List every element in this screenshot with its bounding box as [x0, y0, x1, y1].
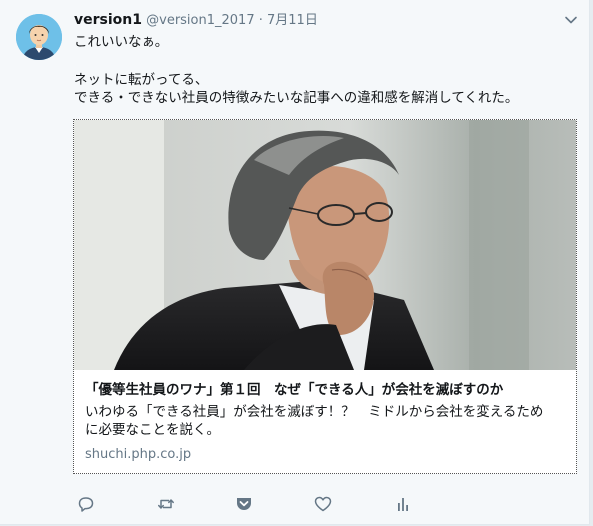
card-image[interactable] [74, 120, 576, 370]
card-title[interactable]: 「優等生社員のワナ」第１回 なぜ「できる人」が会社を滅ぼすのか [85, 382, 567, 399]
author-handle[interactable]: @version1_2017 [146, 13, 254, 28]
author-name[interactable]: version1 [74, 12, 142, 28]
tweet-text: これいいなぁ。 ネットに転がってる、 できる・できない社員の特徴みたいな記事への… [74, 33, 574, 107]
separator-dot: · [258, 13, 263, 28]
tweet-line: これいいなぁ。 [74, 34, 169, 50]
avatar[interactable] [16, 14, 62, 60]
avatar-illustration [16, 14, 62, 60]
timestamp[interactable]: 7月11日 [267, 13, 318, 28]
card-description-line: いわゆる「できる社員」が会社を滅ぼす！？ ミドルから会社を変えるため [85, 404, 544, 420]
link-card[interactable]: 「優等生社員のワナ」第１回 なぜ「できる人」が会社を滅ぼすのか いわゆる「できる… [73, 119, 577, 474]
pocket-icon[interactable] [234, 494, 254, 514]
reply-icon[interactable] [76, 494, 96, 514]
card-body: 「優等生社員のワナ」第１回 なぜ「できる人」が会社を滅ぼすのか いわゆる「できる… [85, 382, 567, 463]
like-icon[interactable] [313, 494, 333, 514]
card-description-line: に必要なことを説く。 [85, 422, 220, 438]
chevron-down-icon[interactable] [564, 12, 578, 26]
tweet-header: version1 @version1_2017 · 7月11日 [74, 12, 318, 29]
tweet-line: できる・できない社員の特徴みたいな記事への違和感を解消してくれた。 [74, 90, 519, 106]
tweet: version1 @version1_2017 · 7月11日 これいいなぁ。 … [0, 0, 590, 525]
retweet-icon[interactable] [156, 494, 176, 514]
tweet-line: ネットに転がってる、 [74, 72, 209, 88]
analytics-icon[interactable] [393, 494, 413, 514]
card-domain[interactable]: shuchi.php.co.jp [85, 447, 567, 463]
card-description: いわゆる「できる社員」が会社を滅ぼす！？ ミドルから会社を変えるため に必要なこ… [85, 403, 567, 439]
tweet-actions [0, 494, 589, 514]
